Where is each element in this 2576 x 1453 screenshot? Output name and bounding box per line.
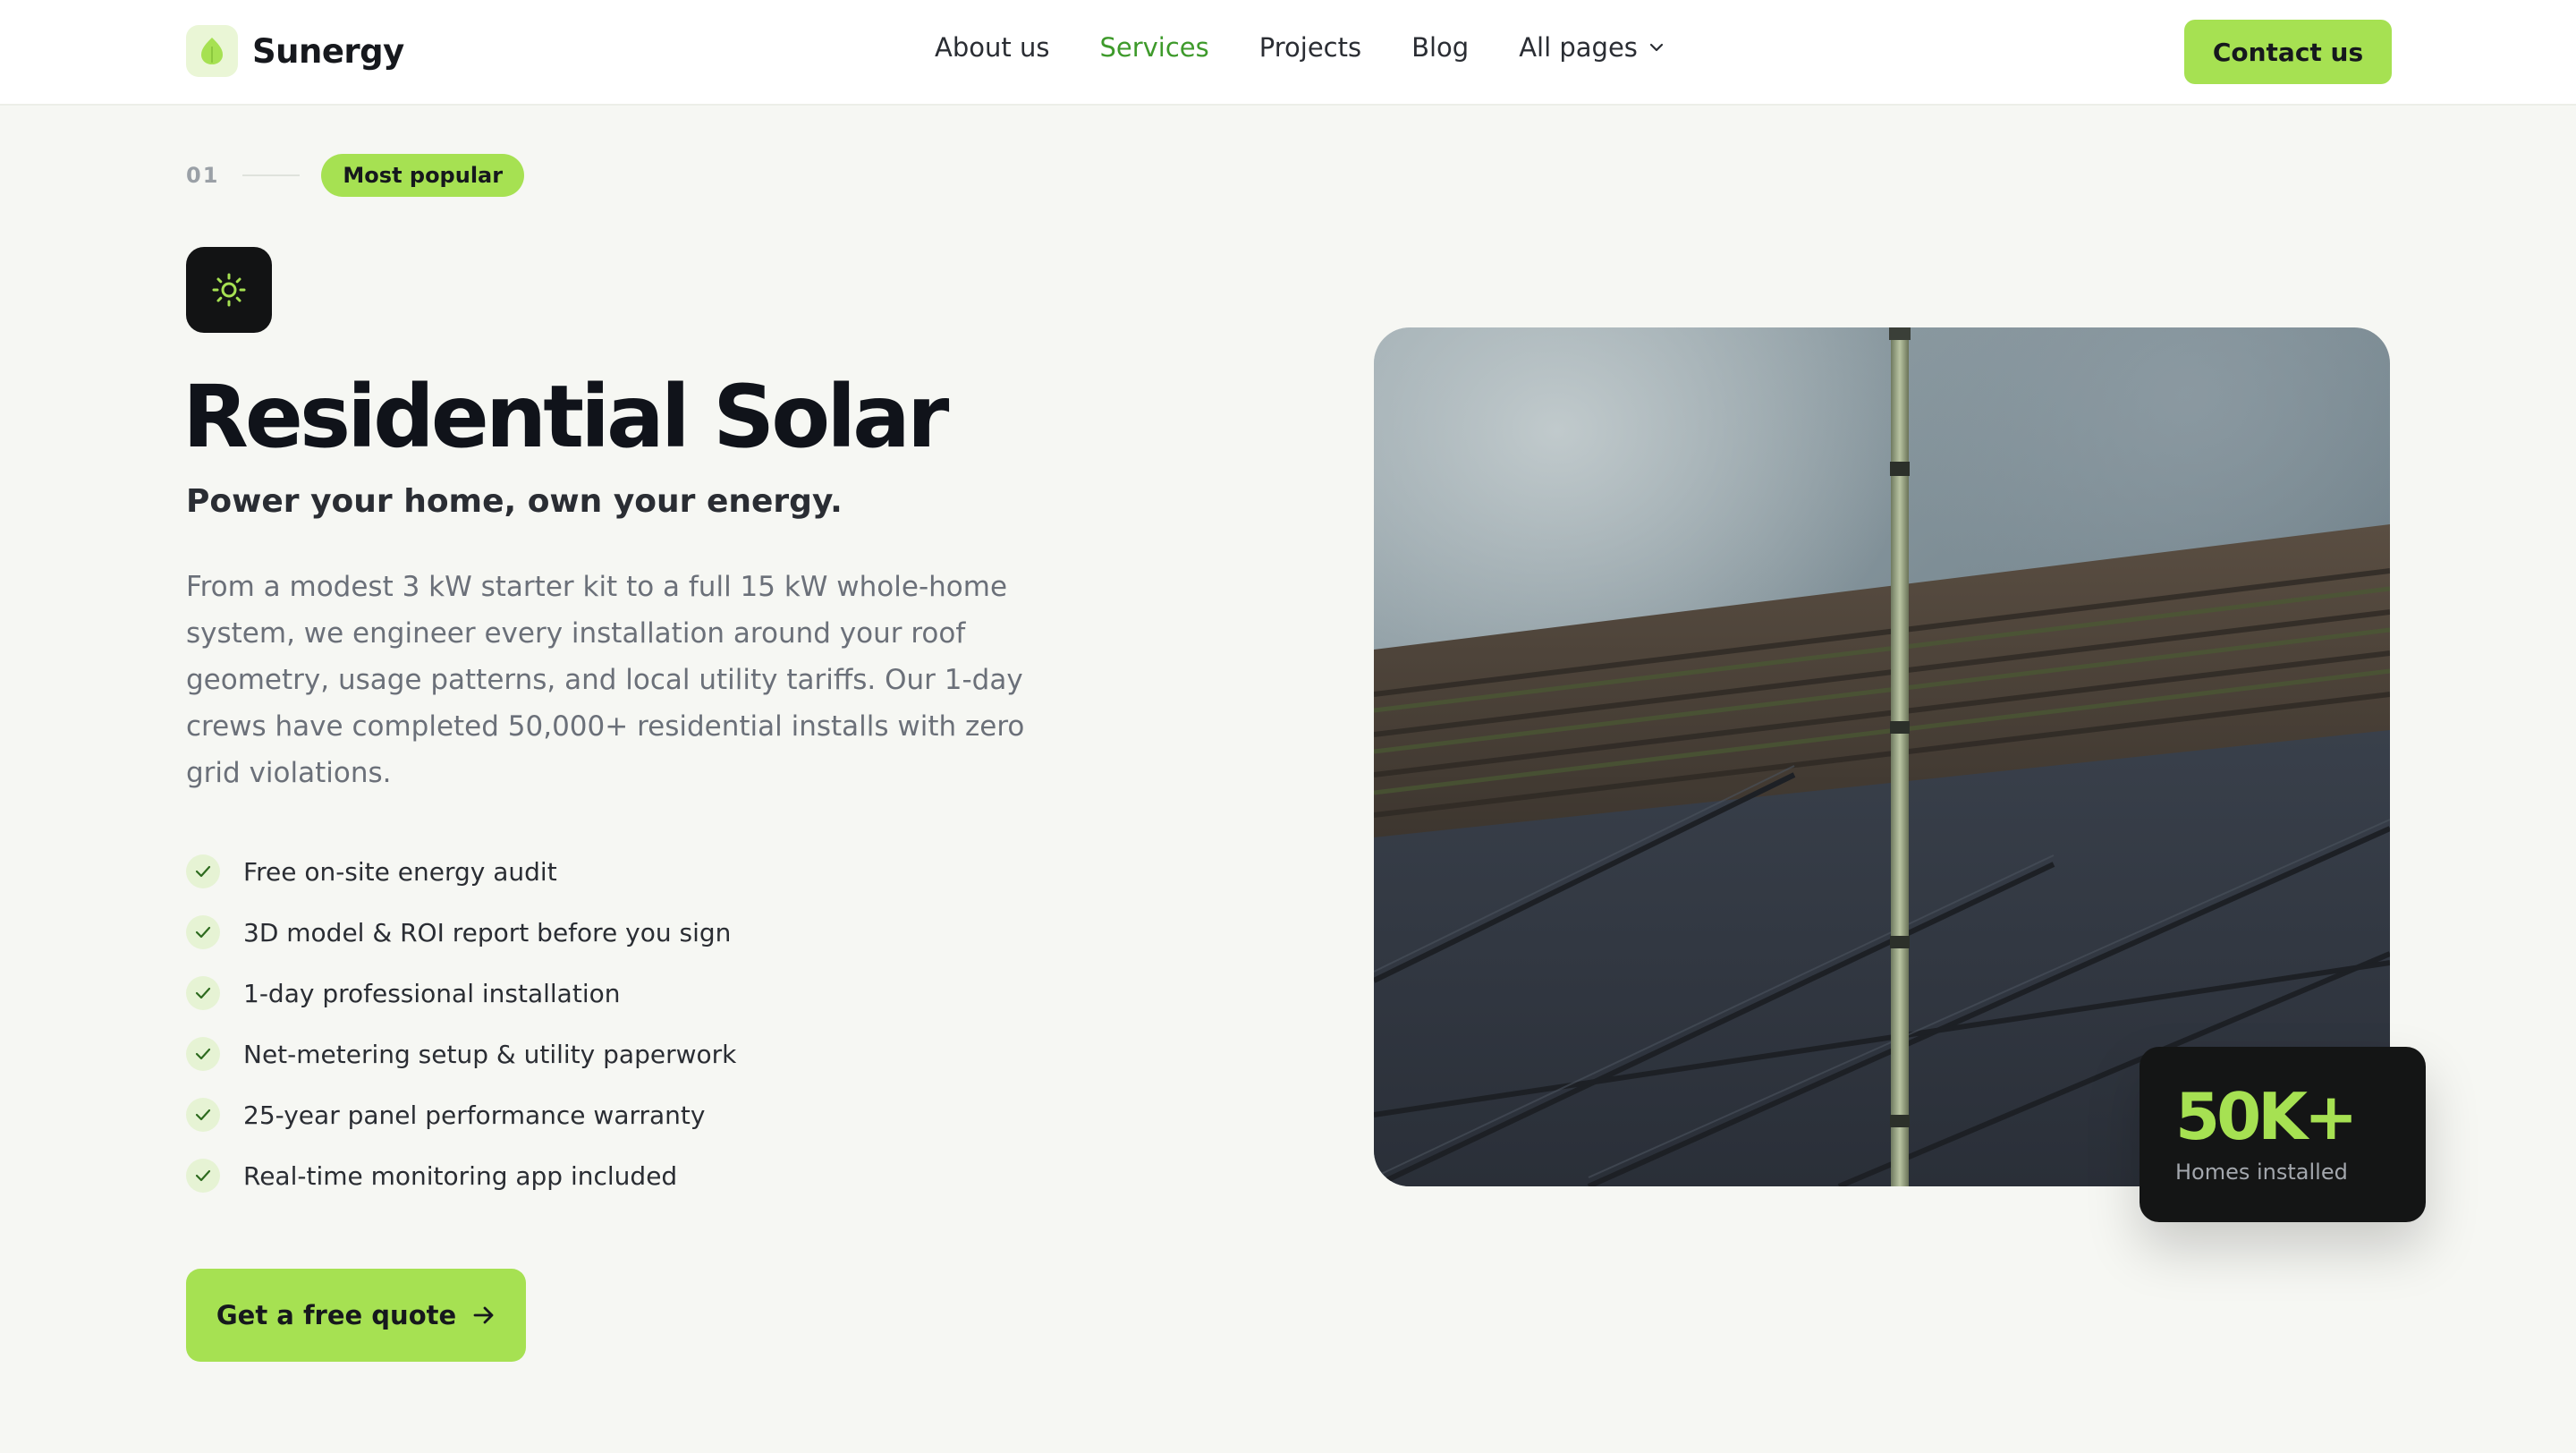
eyebrow-divider (242, 174, 301, 176)
stat-value: 50K+ (2175, 1079, 2358, 1154)
nav-item-projects[interactable]: Projects (1259, 32, 1361, 63)
main-nav: About us Services Projects Blog All page… (935, 32, 1665, 63)
brand-name: Sunergy (252, 31, 404, 71)
feature-label: 25-year panel performance warranty (243, 1100, 706, 1130)
site-header: Sunergy About us Services Projects Blog … (0, 0, 2576, 106)
feature-label: Free on-site energy audit (243, 856, 557, 887)
list-item: Real-time monitoring app included (186, 1158, 736, 1194)
service-number: 01 (186, 163, 220, 188)
feature-label: 1-day professional installation (243, 978, 621, 1008)
contact-button[interactable]: Contact us (2184, 20, 2392, 84)
service-eyebrow: 01 Most popular (186, 154, 525, 197)
chevron-down-icon (1648, 42, 1665, 53)
check-icon (186, 1159, 220, 1193)
list-item: 25-year panel performance warranty (186, 1097, 736, 1133)
check-icon (186, 1037, 220, 1071)
check-icon (186, 915, 220, 949)
list-item: Net-metering setup & utility paperwork (186, 1036, 736, 1072)
page-subtitle: Power your home, own your energy. (186, 483, 843, 520)
nav-item-services[interactable]: Services (1099, 32, 1208, 63)
check-icon (186, 854, 220, 888)
service-description: From a modest 3 kW starter kit to a full… (186, 571, 1025, 789)
feature-list: Free on-site energy audit 3D model & ROI… (186, 854, 736, 1219)
list-item: 1-day professional installation (186, 975, 736, 1011)
sun-icon (186, 247, 272, 333)
popular-badge: Most popular (321, 154, 525, 197)
get-quote-label: Get a free quote (216, 1300, 457, 1330)
page-title: Residential Solar (182, 367, 949, 467)
homes-installed-stat-card: 50K+ Homes installed (2140, 1047, 2426, 1222)
brand-logo[interactable]: Sunergy (186, 25, 404, 77)
check-icon (186, 976, 220, 1010)
nav-item-blog[interactable]: Blog (1411, 32, 1469, 63)
get-quote-button[interactable]: Get a free quote (186, 1269, 526, 1362)
nav-item-all-pages[interactable]: All pages (1519, 32, 1665, 63)
nav-item-about[interactable]: About us (935, 32, 1049, 63)
feature-label: Net-metering setup & utility paperwork (243, 1039, 737, 1069)
list-item: 3D model & ROI report before you sign (186, 914, 736, 950)
stat-label: Homes installed (2175, 1160, 2348, 1185)
check-icon (186, 1098, 220, 1132)
list-item: Free on-site energy audit (186, 854, 736, 889)
feature-label: 3D model & ROI report before you sign (243, 917, 732, 947)
nav-item-all-pages-label: All pages (1519, 32, 1638, 63)
leaf-icon (186, 25, 238, 77)
arrow-right-icon (472, 1305, 496, 1325)
feature-label: Real-time monitoring app included (243, 1160, 678, 1191)
